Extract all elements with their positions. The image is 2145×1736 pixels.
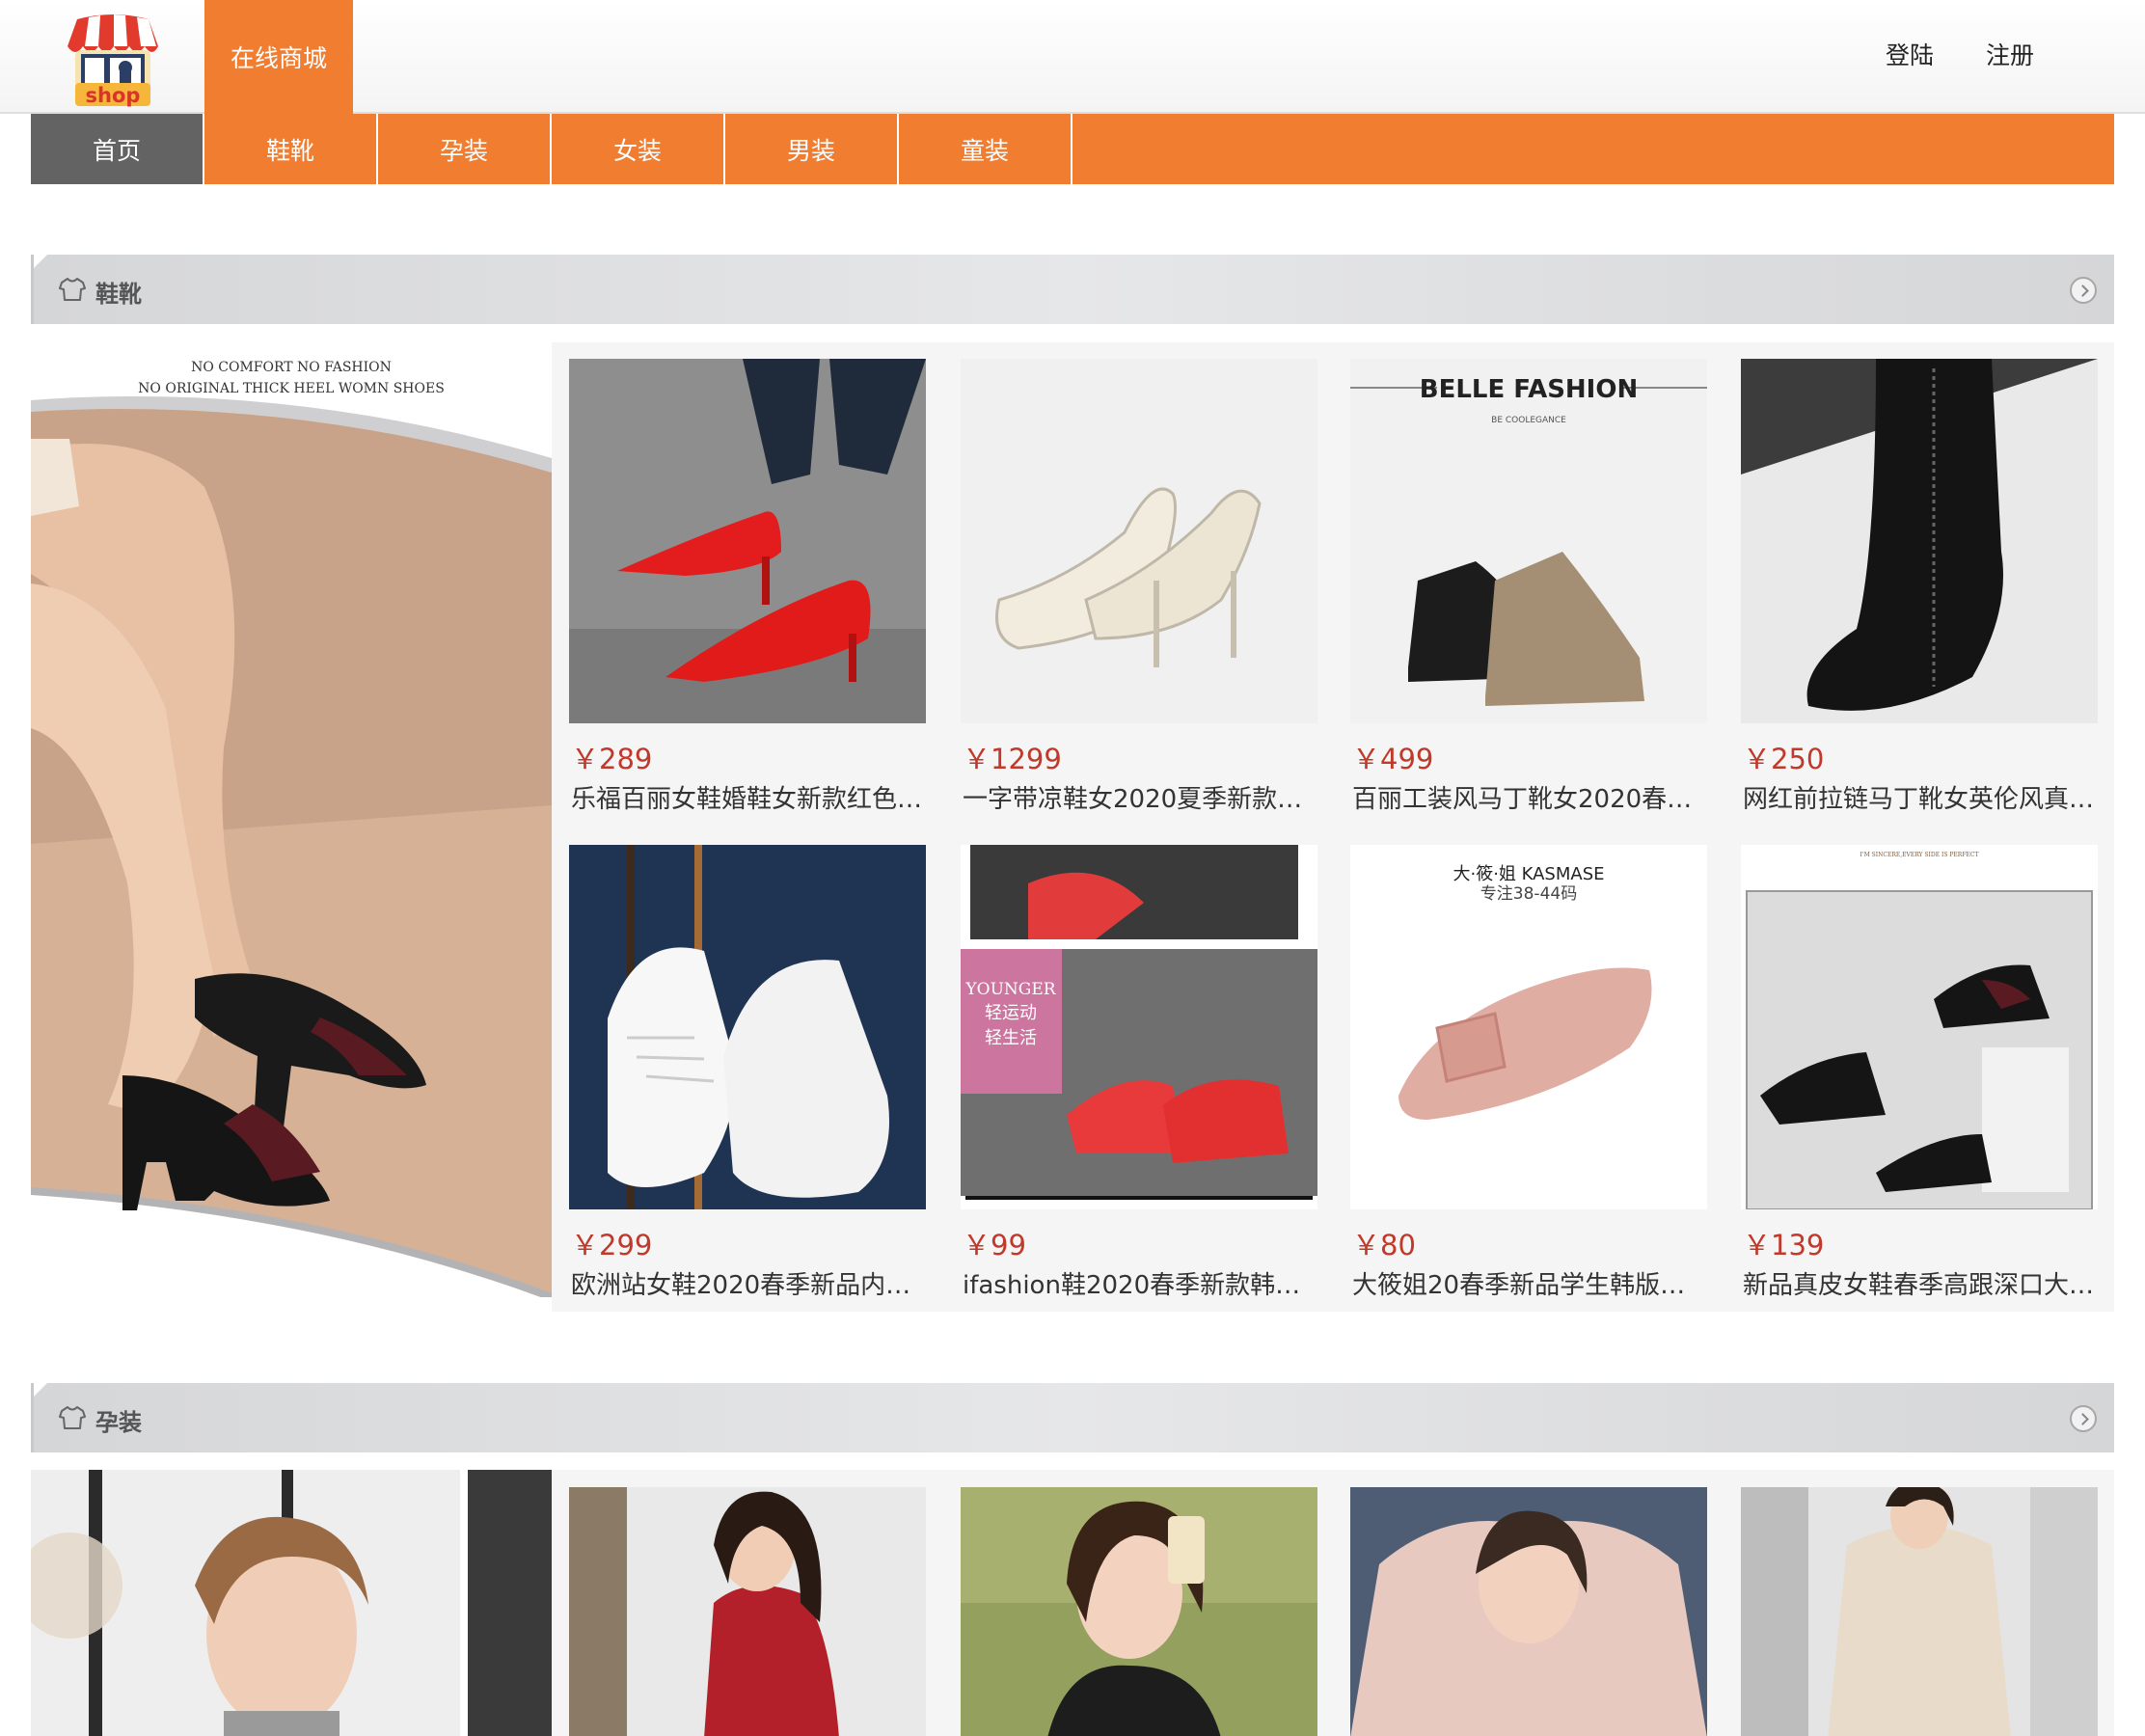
section-header-maternity: 孕装 <box>31 1383 2114 1452</box>
shirt-icon <box>59 278 86 301</box>
product-name[interactable]: 网红前拉链马丁靴女英伦风真皮短靴 <box>1743 779 2100 815</box>
product-image[interactable] <box>961 359 1317 723</box>
nav-item-kids[interactable]: 童装 <box>899 114 1072 184</box>
login-link[interactable]: 登陆 <box>1886 37 1934 71</box>
svg-text:BELLE FASHION: BELLE FASHION <box>1420 375 1638 404</box>
nav-item-women[interactable]: 女装 <box>552 114 725 184</box>
product-card[interactable] <box>961 1487 1317 1736</box>
svg-text:专注38-44码: 专注38-44码 <box>1480 884 1577 904</box>
nav-item-men[interactable]: 男装 <box>725 114 899 184</box>
product-name[interactable]: 百丽工装风马丁靴女2020春季新款 <box>1352 779 1709 815</box>
svg-text:轻运动: 轻运动 <box>985 1003 1037 1023</box>
svg-text:shop: shop <box>86 84 141 107</box>
product-price: ￥139 <box>1743 1229 1825 1261</box>
product-name[interactable]: 欧洲站女鞋2020春季新品内增高老爹鞋 <box>571 1265 928 1301</box>
product-name[interactable]: 一字带凉鞋女2020夏季新款白色细跟 <box>963 779 1319 815</box>
product-name[interactable]: 新品真皮女鞋春季高跟深口大码踝靴 <box>1743 1265 2100 1301</box>
shoes-banner[interactable]: NO COMFORT NO FASHION NO ORIGINAL THICK … <box>31 342 552 1297</box>
product-card[interactable]: BELLE FASHION BE COOLEGANCE ￥499 百丽工装风马丁… <box>1350 359 1709 814</box>
product-price: ￥1299 <box>963 743 1062 775</box>
product-card[interactable]: 大·筱·姐 KASMASE 专注38-44码 ￥80 大筱姐20春季新品学生韩版… <box>1350 845 1709 1300</box>
product-image[interactable]: BELLE FASHION BE COOLEGANCE <box>1350 359 1707 723</box>
product-image[interactable] <box>1741 359 2098 723</box>
svg-text:NO COMFORT NO FASHION: NO COMFORT NO FASHION <box>191 360 392 375</box>
product-card[interactable] <box>569 1487 926 1736</box>
svg-text:BE COOLEGANCE: BE COOLEGANCE <box>1491 416 1566 425</box>
product-price: ￥499 <box>1352 743 1434 775</box>
product-name[interactable]: ifashion鞋2020春季新款韩版运动鞋 <box>963 1265 1319 1301</box>
product-image[interactable]: 大·筱·姐 KASMASE 专注38-44码 <box>1350 845 1707 1209</box>
product-price: ￥299 <box>571 1229 653 1261</box>
product-image[interactable]: I'M SINCERE,EVERY SIDE IS PERFECT <box>1741 845 2098 1209</box>
brand-tab[interactable]: 在线商城 <box>204 0 353 114</box>
svg-text:NO ORIGINAL THICK HEEL WOMN SH: NO ORIGINAL THICK HEEL WOMN SHOES <box>138 381 445 396</box>
svg-text:YOUNGER: YOUNGER <box>964 980 1056 999</box>
chevron-right-circle-icon[interactable] <box>2070 1405 2097 1432</box>
product-card[interactable] <box>1741 1487 2098 1736</box>
svg-text:轻生活: 轻生活 <box>985 1028 1037 1048</box>
product-price: ￥99 <box>963 1229 1026 1261</box>
svg-text:I'M SINCERE,EVERY SIDE IS PERF: I'M SINCERE,EVERY SIDE IS PERFECT <box>1860 852 1979 858</box>
product-card[interactable] <box>1350 1487 1707 1736</box>
product-image[interactable] <box>569 845 926 1209</box>
shirt-icon <box>59 1406 86 1429</box>
nav-item-home[interactable]: 首页 <box>31 114 204 184</box>
main-nav: 首页 鞋靴 孕装 女装 男装 童装 <box>31 114 2114 184</box>
product-name[interactable]: 大筱姐20春季新品学生韩版女士单鞋 <box>1352 1265 1709 1301</box>
nav-item-maternity[interactable]: 孕装 <box>378 114 552 184</box>
section-title: 鞋靴 <box>95 281 142 308</box>
product-image[interactable] <box>961 1487 1317 1736</box>
product-image[interactable]: YOUNGER 轻运动 轻生活 <box>961 845 1317 1209</box>
product-image[interactable] <box>1741 1487 2098 1736</box>
product-image[interactable] <box>569 1487 926 1736</box>
maternity-banner[interactable] <box>31 1470 552 1736</box>
product-image[interactable] <box>1350 1487 1707 1736</box>
product-card[interactable]: ￥250 网红前拉链马丁靴女英伦风真皮短靴 <box>1741 359 2100 814</box>
top-header: shop 在线商城 登陆 注册 <box>0 0 2145 114</box>
product-card[interactable]: YOUNGER 轻运动 轻生活 ￥99 ifashion鞋2020春季新款韩版运… <box>961 845 1319 1300</box>
product-card[interactable]: ￥299 欧洲站女鞋2020春季新品内增高老爹鞋 <box>569 845 928 1300</box>
nav-item-shoes[interactable]: 鞋靴 <box>204 114 378 184</box>
svg-text:大·筱·姐 KASMASE: 大·筱·姐 KASMASE <box>1453 864 1604 884</box>
product-card[interactable]: ￥1299 一字带凉鞋女2020夏季新款白色细跟 <box>961 359 1319 814</box>
product-price: ￥250 <box>1743 743 1825 775</box>
chevron-right-circle-icon[interactable] <box>2070 277 2097 304</box>
section-title: 孕装 <box>95 1409 142 1436</box>
product-name[interactable]: 乐福百丽女鞋婚鞋女新款红色尖头高跟鞋 <box>571 779 928 815</box>
register-link[interactable]: 注册 <box>1986 37 2034 71</box>
section-header-shoes: 鞋靴 <box>31 255 2114 324</box>
product-card[interactable]: ￥289 乐福百丽女鞋婚鞋女新款红色尖头高跟鞋 <box>569 359 928 814</box>
product-price: ￥80 <box>1352 1229 1416 1261</box>
product-card[interactable]: I'M SINCERE,EVERY SIDE IS PERFECT ￥139 新… <box>1741 845 2100 1300</box>
shop-logo[interactable]: shop <box>56 12 170 110</box>
product-price: ￥289 <box>571 743 653 775</box>
product-image[interactable] <box>569 359 926 723</box>
